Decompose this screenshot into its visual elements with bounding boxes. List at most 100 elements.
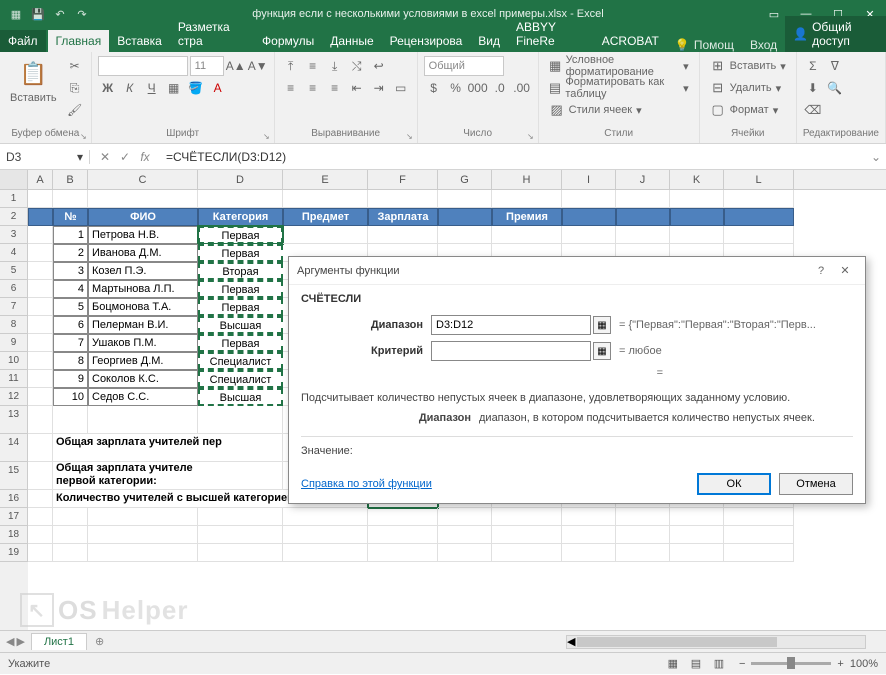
cell[interactable]: Петрова Н.В.	[88, 226, 198, 244]
copy-icon[interactable]: ⎘	[65, 78, 85, 98]
formula-input[interactable]: =СЧЁТЕСЛИ(D3:D12)	[160, 150, 866, 164]
expand-formula-bar-icon[interactable]: ⌄	[866, 150, 886, 164]
cell[interactable]: Первая	[198, 298, 283, 316]
cell[interactable]	[670, 526, 724, 544]
cell[interactable]	[616, 208, 670, 226]
cell[interactable]	[88, 190, 198, 208]
cell[interactable]: Мартынова Л.П.	[88, 280, 198, 298]
sheet-nav-prev-icon[interactable]: ◀	[6, 635, 14, 648]
column-header[interactable]: B	[53, 170, 88, 189]
row-header[interactable]: 15	[0, 462, 28, 490]
cell[interactable]	[438, 226, 492, 244]
cell[interactable]: 2	[53, 244, 88, 262]
delete-cells-button[interactable]: ⊟Удалить▾	[706, 78, 790, 98]
cell[interactable]	[724, 190, 794, 208]
cell[interactable]: Премия	[492, 208, 562, 226]
autosum-icon[interactable]: Σ	[803, 56, 823, 76]
arg2-input[interactable]	[431, 341, 591, 361]
arg1-ref-button[interactable]: ▦	[593, 316, 611, 334]
tab-review[interactable]: Рецензирова	[382, 30, 471, 52]
row-header[interactable]: 18	[0, 526, 28, 544]
cell[interactable]	[28, 226, 53, 244]
cancel-button[interactable]: Отмена	[779, 473, 853, 495]
row-header[interactable]: 3	[0, 226, 28, 244]
tab-acrobat[interactable]: ACROBAT	[594, 30, 667, 52]
cell[interactable]	[616, 226, 670, 244]
dialog-titlebar[interactable]: Аргументы функции ? ✕	[289, 257, 865, 285]
cell[interactable]	[368, 226, 438, 244]
wrap-text-icon[interactable]: ↩	[369, 56, 389, 76]
row-header[interactable]: 10	[0, 352, 28, 370]
cell[interactable]: Иванова Д.М.	[88, 244, 198, 262]
cell[interactable]: 7	[53, 334, 88, 352]
cell[interactable]	[28, 352, 53, 370]
row-header[interactable]: 1	[0, 190, 28, 208]
cell[interactable]	[28, 508, 53, 526]
row-header[interactable]: 7	[0, 298, 28, 316]
row-header[interactable]: 17	[0, 508, 28, 526]
cell[interactable]: 9	[53, 370, 88, 388]
enter-formula-icon[interactable]: ✓	[116, 150, 134, 164]
cell[interactable]	[28, 280, 53, 298]
column-header[interactable]: K	[670, 170, 724, 189]
cell[interactable]: Седов С.С.	[88, 388, 198, 406]
cell[interactable]	[88, 544, 198, 562]
cell[interactable]	[283, 508, 368, 526]
cell[interactable]	[562, 208, 616, 226]
cell[interactable]	[724, 544, 794, 562]
cell[interactable]	[492, 190, 562, 208]
increase-font-icon[interactable]: A▲	[226, 56, 246, 76]
percent-icon[interactable]: %	[446, 78, 466, 98]
cell[interactable]	[438, 508, 492, 526]
align-middle-icon[interactable]: ≡	[303, 56, 323, 76]
row-header[interactable]: 11	[0, 370, 28, 388]
cell[interactable]	[562, 526, 616, 544]
decrease-font-icon[interactable]: A▼	[248, 56, 268, 76]
column-header[interactable]: L	[724, 170, 794, 189]
cell[interactable]: Георгиев Д.М.	[88, 352, 198, 370]
cell[interactable]	[438, 190, 492, 208]
cell[interactable]: Первая	[198, 280, 283, 298]
tab-formulas[interactable]: Формулы	[254, 30, 322, 52]
cell[interactable]	[616, 508, 670, 526]
cell[interactable]: Ушаков П.М.	[88, 334, 198, 352]
cell[interactable]	[562, 190, 616, 208]
cell[interactable]	[198, 406, 283, 434]
tab-home[interactable]: Главная	[48, 30, 110, 52]
cell[interactable]: Специалист	[198, 352, 283, 370]
cell[interactable]: №	[53, 208, 88, 226]
cell[interactable]	[438, 208, 492, 226]
cell[interactable]: Категория	[198, 208, 283, 226]
cell[interactable]	[670, 544, 724, 562]
cell[interactable]	[283, 544, 368, 562]
normal-view-icon[interactable]: ▦	[663, 657, 683, 670]
fill-color-icon[interactable]: 🪣	[186, 78, 206, 98]
cell[interactable]	[616, 526, 670, 544]
row-header[interactable]: 19	[0, 544, 28, 562]
cell[interactable]: 10	[53, 388, 88, 406]
cell[interactable]: 3	[53, 262, 88, 280]
tab-view[interactable]: Вид	[470, 30, 508, 52]
cell[interactable]: Высшая	[198, 316, 283, 334]
cell[interactable]	[28, 462, 53, 490]
cell[interactable]	[492, 508, 562, 526]
cell[interactable]	[28, 388, 53, 406]
cell[interactable]	[88, 508, 198, 526]
column-header[interactable]: I	[562, 170, 616, 189]
cell[interactable]	[616, 544, 670, 562]
cell[interactable]	[53, 190, 88, 208]
cell[interactable]	[28, 244, 53, 262]
cell[interactable]	[28, 298, 53, 316]
tab-file[interactable]: Файл	[0, 30, 46, 52]
cell[interactable]: 1	[53, 226, 88, 244]
cell[interactable]	[283, 190, 368, 208]
column-header[interactable]: J	[616, 170, 670, 189]
cell[interactable]: Общая зарплата учителей пер	[53, 434, 283, 462]
cell[interactable]: Вторая	[198, 262, 283, 280]
comma-icon[interactable]: 000	[468, 78, 488, 98]
cell[interactable]	[28, 262, 53, 280]
cell[interactable]: ФИО	[88, 208, 198, 226]
cell[interactable]	[492, 544, 562, 562]
function-help-link[interactable]: Справка по этой функции	[301, 478, 432, 490]
cell[interactable]	[198, 544, 283, 562]
